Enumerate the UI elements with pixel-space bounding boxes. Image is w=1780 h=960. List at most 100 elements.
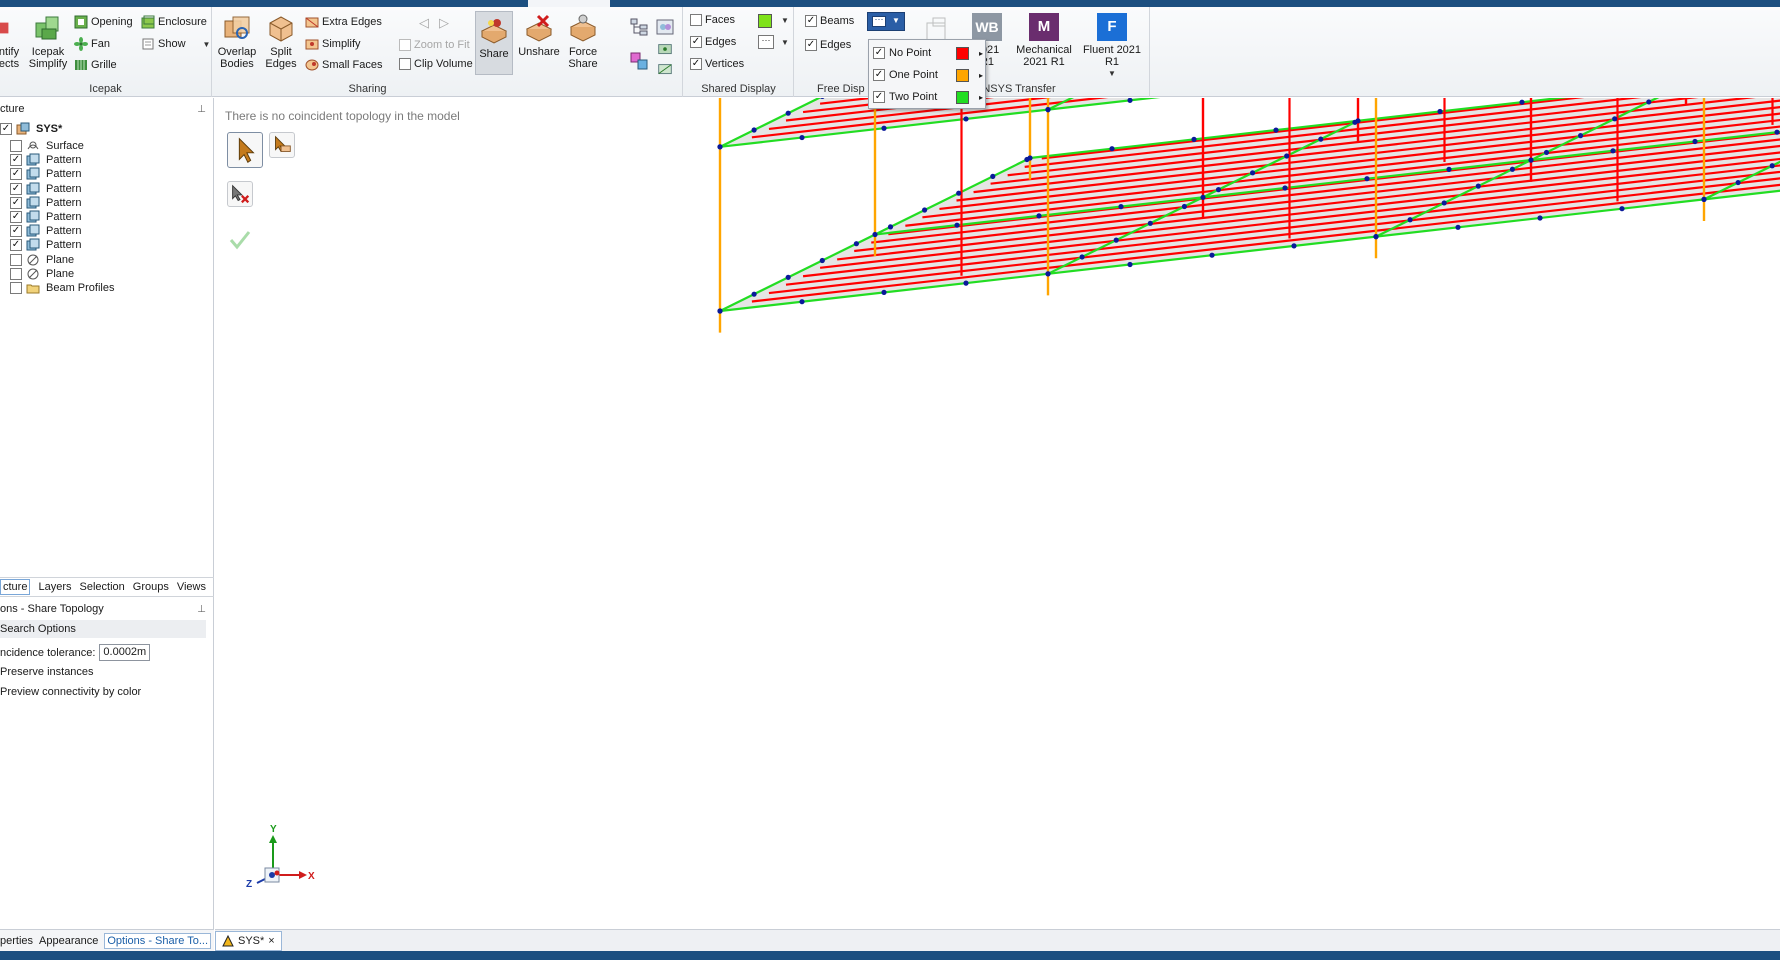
exclude-selection-button[interactable] (227, 181, 253, 207)
two-point-color-swatch[interactable] (955, 90, 969, 104)
two-point-submenu-icon[interactable]: ▸ (979, 93, 983, 102)
tree-item-checkbox[interactable] (10, 282, 22, 294)
show-dropdown-icon[interactable]: ▼ (203, 40, 211, 49)
faces-color-swatch[interactable] (758, 14, 772, 28)
shared-vertex (1475, 183, 1481, 189)
surface-icon (27, 141, 39, 150)
two-point-checkbox[interactable]: ✓ (873, 91, 885, 103)
edge-display-icon[interactable] (655, 61, 675, 79)
forward-arrow-icon[interactable]: ▷ (439, 15, 449, 31)
tab-groups[interactable]: Groups (133, 581, 169, 593)
document-tab[interactable]: SYS* × (215, 931, 282, 951)
tree-item-checkbox[interactable]: ✓ (10, 196, 22, 209)
clip-volume-option[interactable]: Clip Volume (399, 58, 473, 70)
tolerance-input[interactable]: 0.0002m (99, 644, 151, 661)
tree-item-checkbox[interactable] (10, 267, 22, 280)
split-edges-button[interactable]: Split Edges (261, 13, 301, 70)
shared-faces-icon[interactable] (655, 17, 675, 37)
select-body-button[interactable] (269, 132, 295, 158)
no-point-checkbox[interactable]: ✓ (873, 47, 885, 59)
one-point-color-swatch[interactable] (955, 68, 969, 82)
opening-button[interactable]: Opening (74, 15, 133, 29)
zoom-to-fit-checkbox[interactable] (399, 39, 411, 51)
grille-button[interactable]: Grille (74, 58, 117, 72)
shared-vertex (1318, 136, 1324, 142)
no-point-submenu-icon[interactable]: ▸ (979, 49, 983, 58)
popup-row-no-point[interactable]: ✓ No Point ▸ (873, 43, 983, 63)
tab-layers[interactable]: Layers (38, 581, 71, 593)
tree-item-checkbox[interactable]: ✓ (10, 239, 22, 252)
vertices-option[interactable]: ✓ Vertices (690, 58, 744, 70)
pin-icon[interactable]: ⊥ (197, 104, 206, 115)
edges-style-button[interactable]: ··· (758, 35, 774, 49)
mechanical-transfer-button[interactable]: M Mechanical 2021 R1 (1013, 13, 1075, 68)
edges-option[interactable]: ✓ Edges (690, 36, 736, 48)
tree-item-beam-profiles[interactable]: Beam Profiles (10, 280, 114, 296)
edges-style-dropdown-icon[interactable]: ▼ (781, 38, 789, 47)
one-point-submenu-icon[interactable]: ▸ (979, 71, 983, 80)
extra-edges-button[interactable]: Extra Edges (305, 15, 382, 29)
workbench-icon: WB (972, 13, 1002, 41)
faces-color-dropdown-icon[interactable]: ▼ (781, 16, 789, 25)
tree-item-checkbox[interactable] (10, 253, 22, 266)
share-button[interactable]: Share (475, 11, 513, 75)
fluent-dropdown-icon[interactable]: ▼ (1108, 68, 1116, 80)
tab-structure[interactable]: cture (0, 579, 31, 595)
fan-icon (74, 37, 88, 51)
tab-appearance[interactable]: Appearance (39, 935, 98, 947)
small-faces-button[interactable]: Small Faces (305, 58, 383, 72)
force-share-button[interactable]: Force Share (563, 13, 603, 70)
tab-workbench[interactable] (528, 0, 610, 7)
fan-button[interactable]: Fan (74, 37, 110, 51)
vertices-checkbox[interactable]: ✓ (690, 58, 702, 70)
select-tool-button[interactable] (227, 132, 263, 168)
complete-check-button[interactable] (227, 227, 253, 253)
one-point-checkbox[interactable]: ✓ (873, 69, 885, 81)
faces-option[interactable]: Faces (690, 14, 735, 26)
tree-view-icon[interactable] (629, 17, 649, 37)
vertex-display-icon[interactable] (655, 41, 675, 59)
tab-views[interactable]: Views (177, 581, 206, 593)
preserve-instances-row[interactable]: Preserve instances (0, 666, 94, 678)
tree-item-checkbox[interactable]: ✓ (10, 168, 22, 181)
no-point-color-swatch[interactable] (955, 46, 969, 60)
unshare-button[interactable]: Unshare (517, 13, 561, 58)
point-style-dropdown[interactable]: ··· ▼ (867, 12, 905, 31)
tree-item-checkbox[interactable] (10, 140, 22, 152)
tab-properties[interactable]: perties (0, 935, 33, 947)
tree-item-checkbox[interactable]: ✓ (10, 225, 22, 238)
edges-checkbox[interactable]: ✓ (690, 36, 702, 48)
overlap-bodies-button[interactable]: Overlap Bodies (217, 13, 257, 70)
multi-body-icon[interactable] (629, 51, 649, 71)
zoom-to-fit-option[interactable]: Zoom to Fit (399, 39, 470, 51)
free-edges-checkbox[interactable]: ✓ (805, 39, 817, 51)
graphics-viewport[interactable]: There is no coincident topology in the m… (215, 98, 1780, 929)
close-tab-icon[interactable]: × (268, 935, 274, 947)
popup-row-two-point[interactable]: ✓ Two Point ▸ (873, 87, 983, 107)
preview-connectivity-row[interactable]: Preview connectivity by color (0, 686, 141, 698)
icepak-simplify-button[interactable]: Icepak Simplify (28, 13, 68, 70)
enclosure-button[interactable]: Enclosure (141, 15, 207, 29)
tab-options-share-topology[interactable]: Options - Share To... (104, 932, 212, 949)
clip-volume-checkbox[interactable] (399, 58, 411, 70)
tree-root-checkbox[interactable]: ✓ (0, 123, 12, 135)
tab-selection[interactable]: Selection (80, 581, 125, 593)
model-scene[interactable] (215, 98, 1780, 929)
tree-item-checkbox[interactable]: ✓ (10, 211, 22, 223)
tree-item-checkbox[interactable]: ✓ (10, 182, 22, 195)
back-arrow-icon[interactable]: ◁ (419, 15, 429, 31)
faces-checkbox[interactable] (690, 14, 702, 26)
tree-item-checkbox[interactable]: ✓ (10, 154, 22, 167)
mechanical-label-1: Mechanical (1016, 44, 1072, 56)
options-pin-icon[interactable]: ⊥ (197, 604, 206, 615)
simplify-button[interactable]: Simplify (305, 37, 361, 51)
free-edges-option[interactable]: ✓ Edges (805, 39, 851, 51)
search-options-section[interactable]: Search Options (0, 620, 206, 638)
tree-root[interactable]: ✓ SYS* (0, 121, 62, 137)
identify-objects-button[interactable]: ntify ects (0, 13, 22, 70)
beams-checkbox[interactable]: ✓ (805, 15, 817, 27)
beams-option[interactable]: ✓ Beams (805, 15, 854, 27)
popup-row-one-point[interactable]: ✓ One Point ▸ (873, 65, 983, 85)
show-button[interactable]: Show ▼ (141, 37, 210, 51)
fluent-transfer-button[interactable]: F Fluent 2021 R1 ▼ (1080, 13, 1144, 80)
